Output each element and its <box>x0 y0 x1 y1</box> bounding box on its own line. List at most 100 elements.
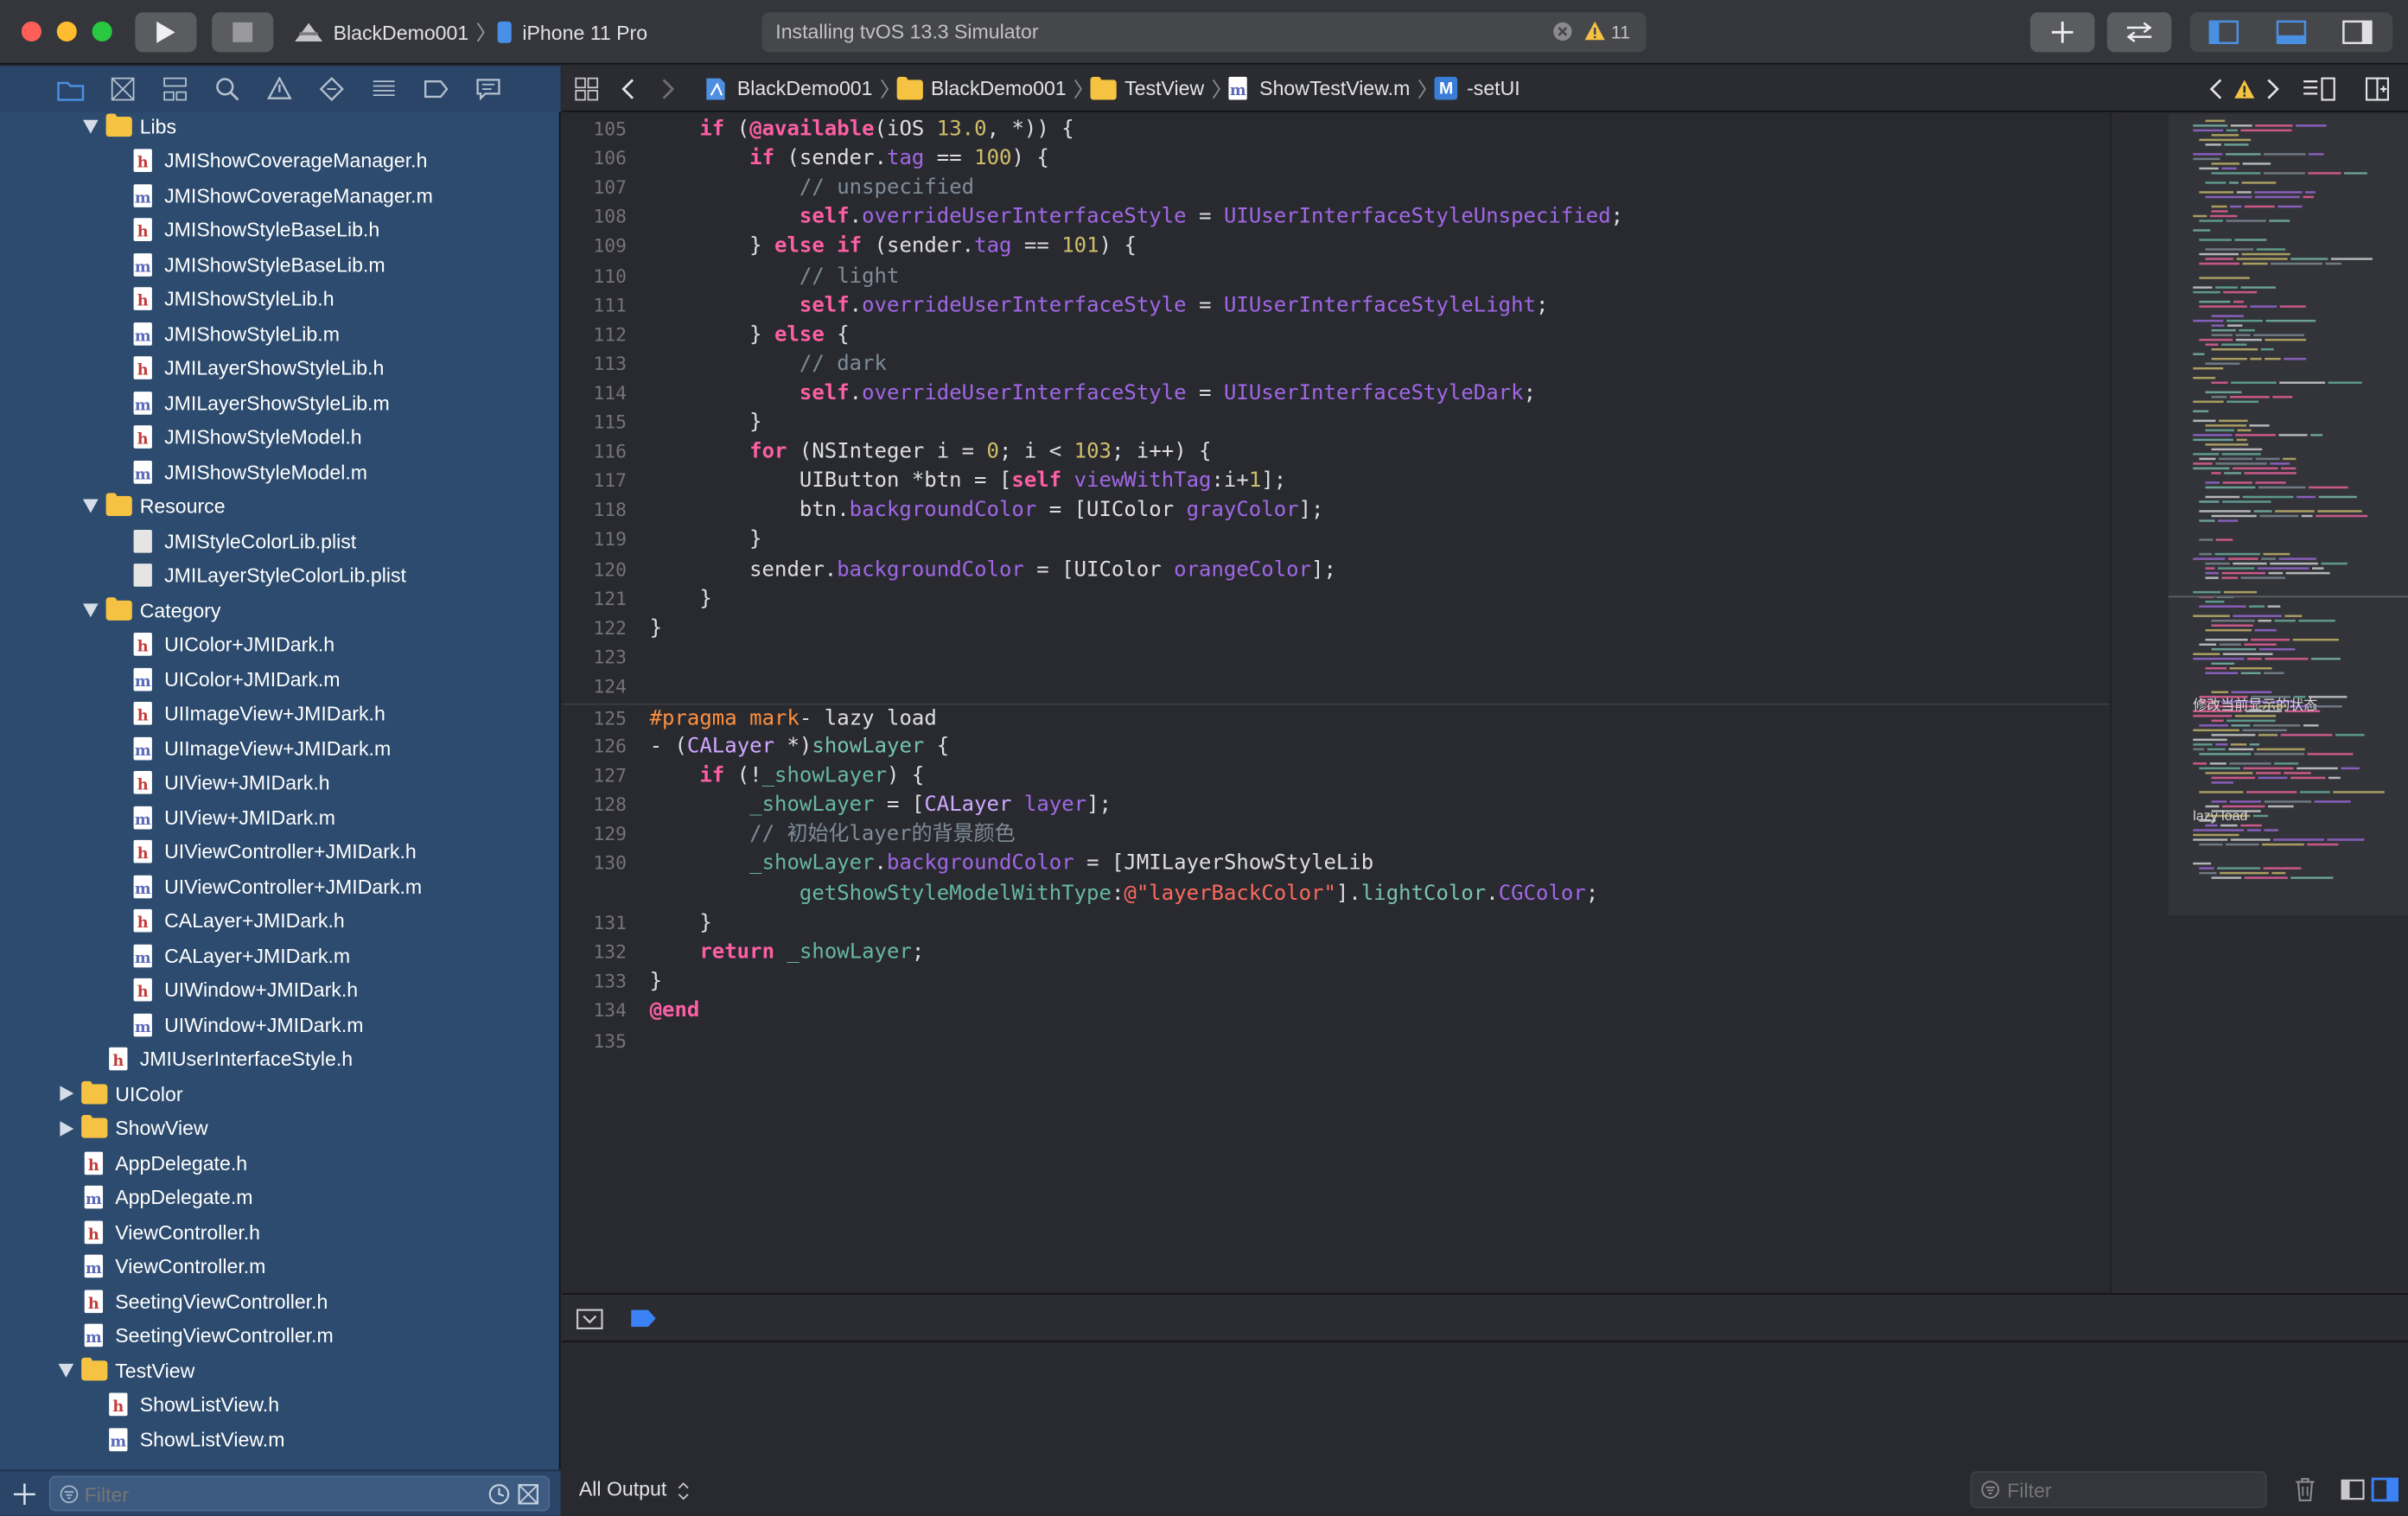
code-line[interactable]: 121 } <box>562 584 2110 614</box>
navigator-filter-field[interactable] <box>48 1475 551 1512</box>
run-button[interactable] <box>135 12 197 53</box>
code-line[interactable]: 133} <box>562 968 2110 997</box>
file-row[interactable]: m ViewController.m <box>0 1249 561 1283</box>
breakpoints-active-icon[interactable] <box>629 1309 657 1328</box>
hide-debug-area-icon[interactable] <box>576 1309 603 1330</box>
split-editor-icon[interactable] <box>2365 77 2389 101</box>
previous-issue-icon[interactable] <box>2208 79 2224 100</box>
tree-item-label[interactable]: Resource <box>140 494 226 518</box>
tree-item-label[interactable]: UIImageView+JMIDark.h <box>164 702 385 725</box>
tree-item-label[interactable]: UIImageView+JMIDark.m <box>164 736 391 760</box>
code-line[interactable]: 109 } else if (sender.tag == 101) { <box>562 232 2110 262</box>
tree-item-label[interactable]: UIViewController+JMIDark.h <box>164 840 417 863</box>
tree-item-label[interactable]: UIWindow+JMIDark.h <box>164 978 358 1002</box>
navigator-toggle-icon[interactable] <box>2208 20 2239 44</box>
file-row[interactable]: h UIWindow+JMIDark.h <box>0 973 561 1007</box>
code-line[interactable]: 107 // unspecified <box>562 174 2110 203</box>
tab-issue-navigator[interactable] <box>264 73 296 105</box>
warning-count[interactable]: 11 <box>1611 22 1630 43</box>
tree-item-label[interactable]: JMIShowStyleBaseLib.m <box>164 252 385 276</box>
tab-source-control[interactable] <box>107 73 138 105</box>
file-row[interactable]: h JMIShowCoverageManager.h <box>0 143 561 177</box>
tree-item-label[interactable]: Category <box>140 598 221 621</box>
tab-breakpoint-navigator[interactable] <box>421 73 452 105</box>
tree-item-label[interactable]: SeetingViewController.m <box>115 1324 334 1347</box>
tree-item-label[interactable]: CALayer+JMIDark.m <box>164 944 350 967</box>
group-row[interactable]: Libs <box>0 112 561 143</box>
file-row[interactable]: m CALayer+JMIDark.m <box>0 939 561 972</box>
tree-item-label[interactable]: JMIStyleColorLib.plist <box>164 529 356 552</box>
file-row[interactable]: h JMILayerShowStyleLib.h <box>0 351 561 385</box>
code-line[interactable]: 118 btn.backgroundColor = [UIColor grayC… <box>562 496 2110 526</box>
code-line[interactable]: 116 for (NSInteger i = 0; i < 103; i++) … <box>562 438 2110 468</box>
editor-options-icon[interactable] <box>2302 77 2335 101</box>
warning-icon[interactable] <box>1583 20 1607 41</box>
code-line[interactable]: 134 @end <box>562 997 2110 1027</box>
tab-report-navigator[interactable] <box>473 73 504 105</box>
file-row[interactable]: h ViewController.h <box>0 1214 561 1248</box>
file-row[interactable]: m UIImageView+JMIDark.m <box>0 731 561 765</box>
group-row[interactable]: ShowView <box>0 1112 561 1145</box>
file-row[interactable]: h UIColor+JMIDark.h <box>0 627 561 661</box>
file-row[interactable]: m UIColor+JMIDark.m <box>0 662 561 696</box>
tree-item-label[interactable]: JMILayerShowStyleLib.m <box>164 391 390 414</box>
group-row[interactable]: UIColor <box>0 1077 561 1111</box>
code-line[interactable]: 128 _showLayer = [CALayer layer]; <box>562 791 2110 820</box>
tree-item-label[interactable]: JMIShowStyleLib.m <box>164 322 340 345</box>
file-row[interactable]: JMILayerStyleColorLib.plist <box>0 558 561 592</box>
file-row[interactable]: h UIViewController+JMIDark.h <box>0 835 561 869</box>
file-row[interactable]: m UIViewController+JMIDark.m <box>0 869 561 903</box>
tree-item-label[interactable]: JMIShowStyleModel.h <box>164 425 362 449</box>
code-line[interactable]: 106 if (sender.tag == 100) { <box>562 144 2110 174</box>
tree-item-label[interactable]: ViewController.h <box>115 1220 260 1244</box>
code-line[interactable]: 124 <box>562 672 2110 702</box>
output-selector[interactable]: All Output <box>579 1477 689 1500</box>
file-row[interactable]: h JMIShowStyleLib.h <box>0 282 561 315</box>
source-control-filter-icon[interactable] <box>518 1483 539 1505</box>
tree-item-label[interactable]: JMIShowStyleLib.h <box>164 287 334 310</box>
code-line[interactable]: 114 self.overrideUserInterfaceStyle = UI… <box>562 379 2110 409</box>
cancel-activity-icon[interactable] <box>1552 22 1572 41</box>
minimap-visible-region[interactable] <box>2168 113 2408 915</box>
disclosure-expanded-icon[interactable] <box>81 601 99 619</box>
file-row[interactable]: h CALayer+JMIDark.h <box>0 904 561 938</box>
file-row[interactable]: m JMIShowStyleLib.m <box>0 316 561 350</box>
file-row[interactable]: h JMIShowStyleModel.h <box>0 420 561 454</box>
tree-item-label[interactable]: TestView <box>115 1359 194 1382</box>
file-row[interactable]: m JMILayerShowStyleLib.m <box>0 385 561 419</box>
minimap-mark-label[interactable]: 修改当前显示的状态 <box>2193 694 2317 714</box>
inspector-toggle-icon[interactable] <box>2342 20 2373 44</box>
code-line[interactable]: 122} <box>562 614 2110 643</box>
tree-item-label[interactable]: SeetingViewController.h <box>115 1290 328 1313</box>
file-row[interactable]: m UIWindow+JMIDark.m <box>0 1008 561 1041</box>
device-name[interactable]: iPhone 11 Pro <box>522 21 647 44</box>
debug-area-toggle-icon[interactable] <box>2276 20 2307 44</box>
library-button[interactable] <box>2029 12 2095 53</box>
tree-item-label[interactable]: JMIShowStyleBaseLib.h <box>164 218 379 241</box>
console-filter-field[interactable] <box>1970 1471 2267 1508</box>
tree-item-label[interactable]: UIColor+JMIDark.m <box>164 667 340 691</box>
tab-debug-navigator[interactable] <box>368 73 399 105</box>
tab-symbol-navigator[interactable] <box>160 73 191 105</box>
breadcrumb-project[interactable]: BlackDemo001 <box>737 77 873 100</box>
code-line[interactable]: 125 #pragma mark- lazy load <box>562 702 2111 732</box>
code-line[interactable]: 115 } <box>562 409 2110 438</box>
tree-item-label[interactable]: UIView+JMIDark.h <box>164 771 329 794</box>
file-row[interactable]: m JMIShowCoverageManager.m <box>0 178 561 212</box>
stop-button[interactable] <box>212 12 274 53</box>
code-line[interactable]: 108 self.overrideUserInterfaceStyle = UI… <box>562 203 2110 232</box>
group-row[interactable]: TestView <box>0 1353 561 1386</box>
file-row[interactable]: JMIStyleColorLib.plist <box>0 524 561 557</box>
show-variables-view-icon[interactable] <box>2341 1479 2365 1500</box>
tree-item-label[interactable]: JMILayerStyleColorLib.plist <box>164 564 406 587</box>
tree-item-label[interactable]: JMIUserInterfaceStyle.h <box>140 1048 353 1071</box>
trash-icon[interactable] <box>2295 1477 2316 1501</box>
tab-find-navigator[interactable] <box>212 73 243 105</box>
file-row[interactable]: h UIView+JMIDark.h <box>0 766 561 799</box>
zoom-window-button[interactable] <box>92 21 112 41</box>
forward-arrow-icon[interactable] <box>660 78 676 99</box>
code-line[interactable]: 131 } <box>562 909 2110 939</box>
file-row[interactable]: m SeetingViewController.m <box>0 1318 561 1352</box>
related-items-icon[interactable] <box>575 76 599 100</box>
file-row[interactable]: m AppDelegate.m <box>0 1180 561 1213</box>
